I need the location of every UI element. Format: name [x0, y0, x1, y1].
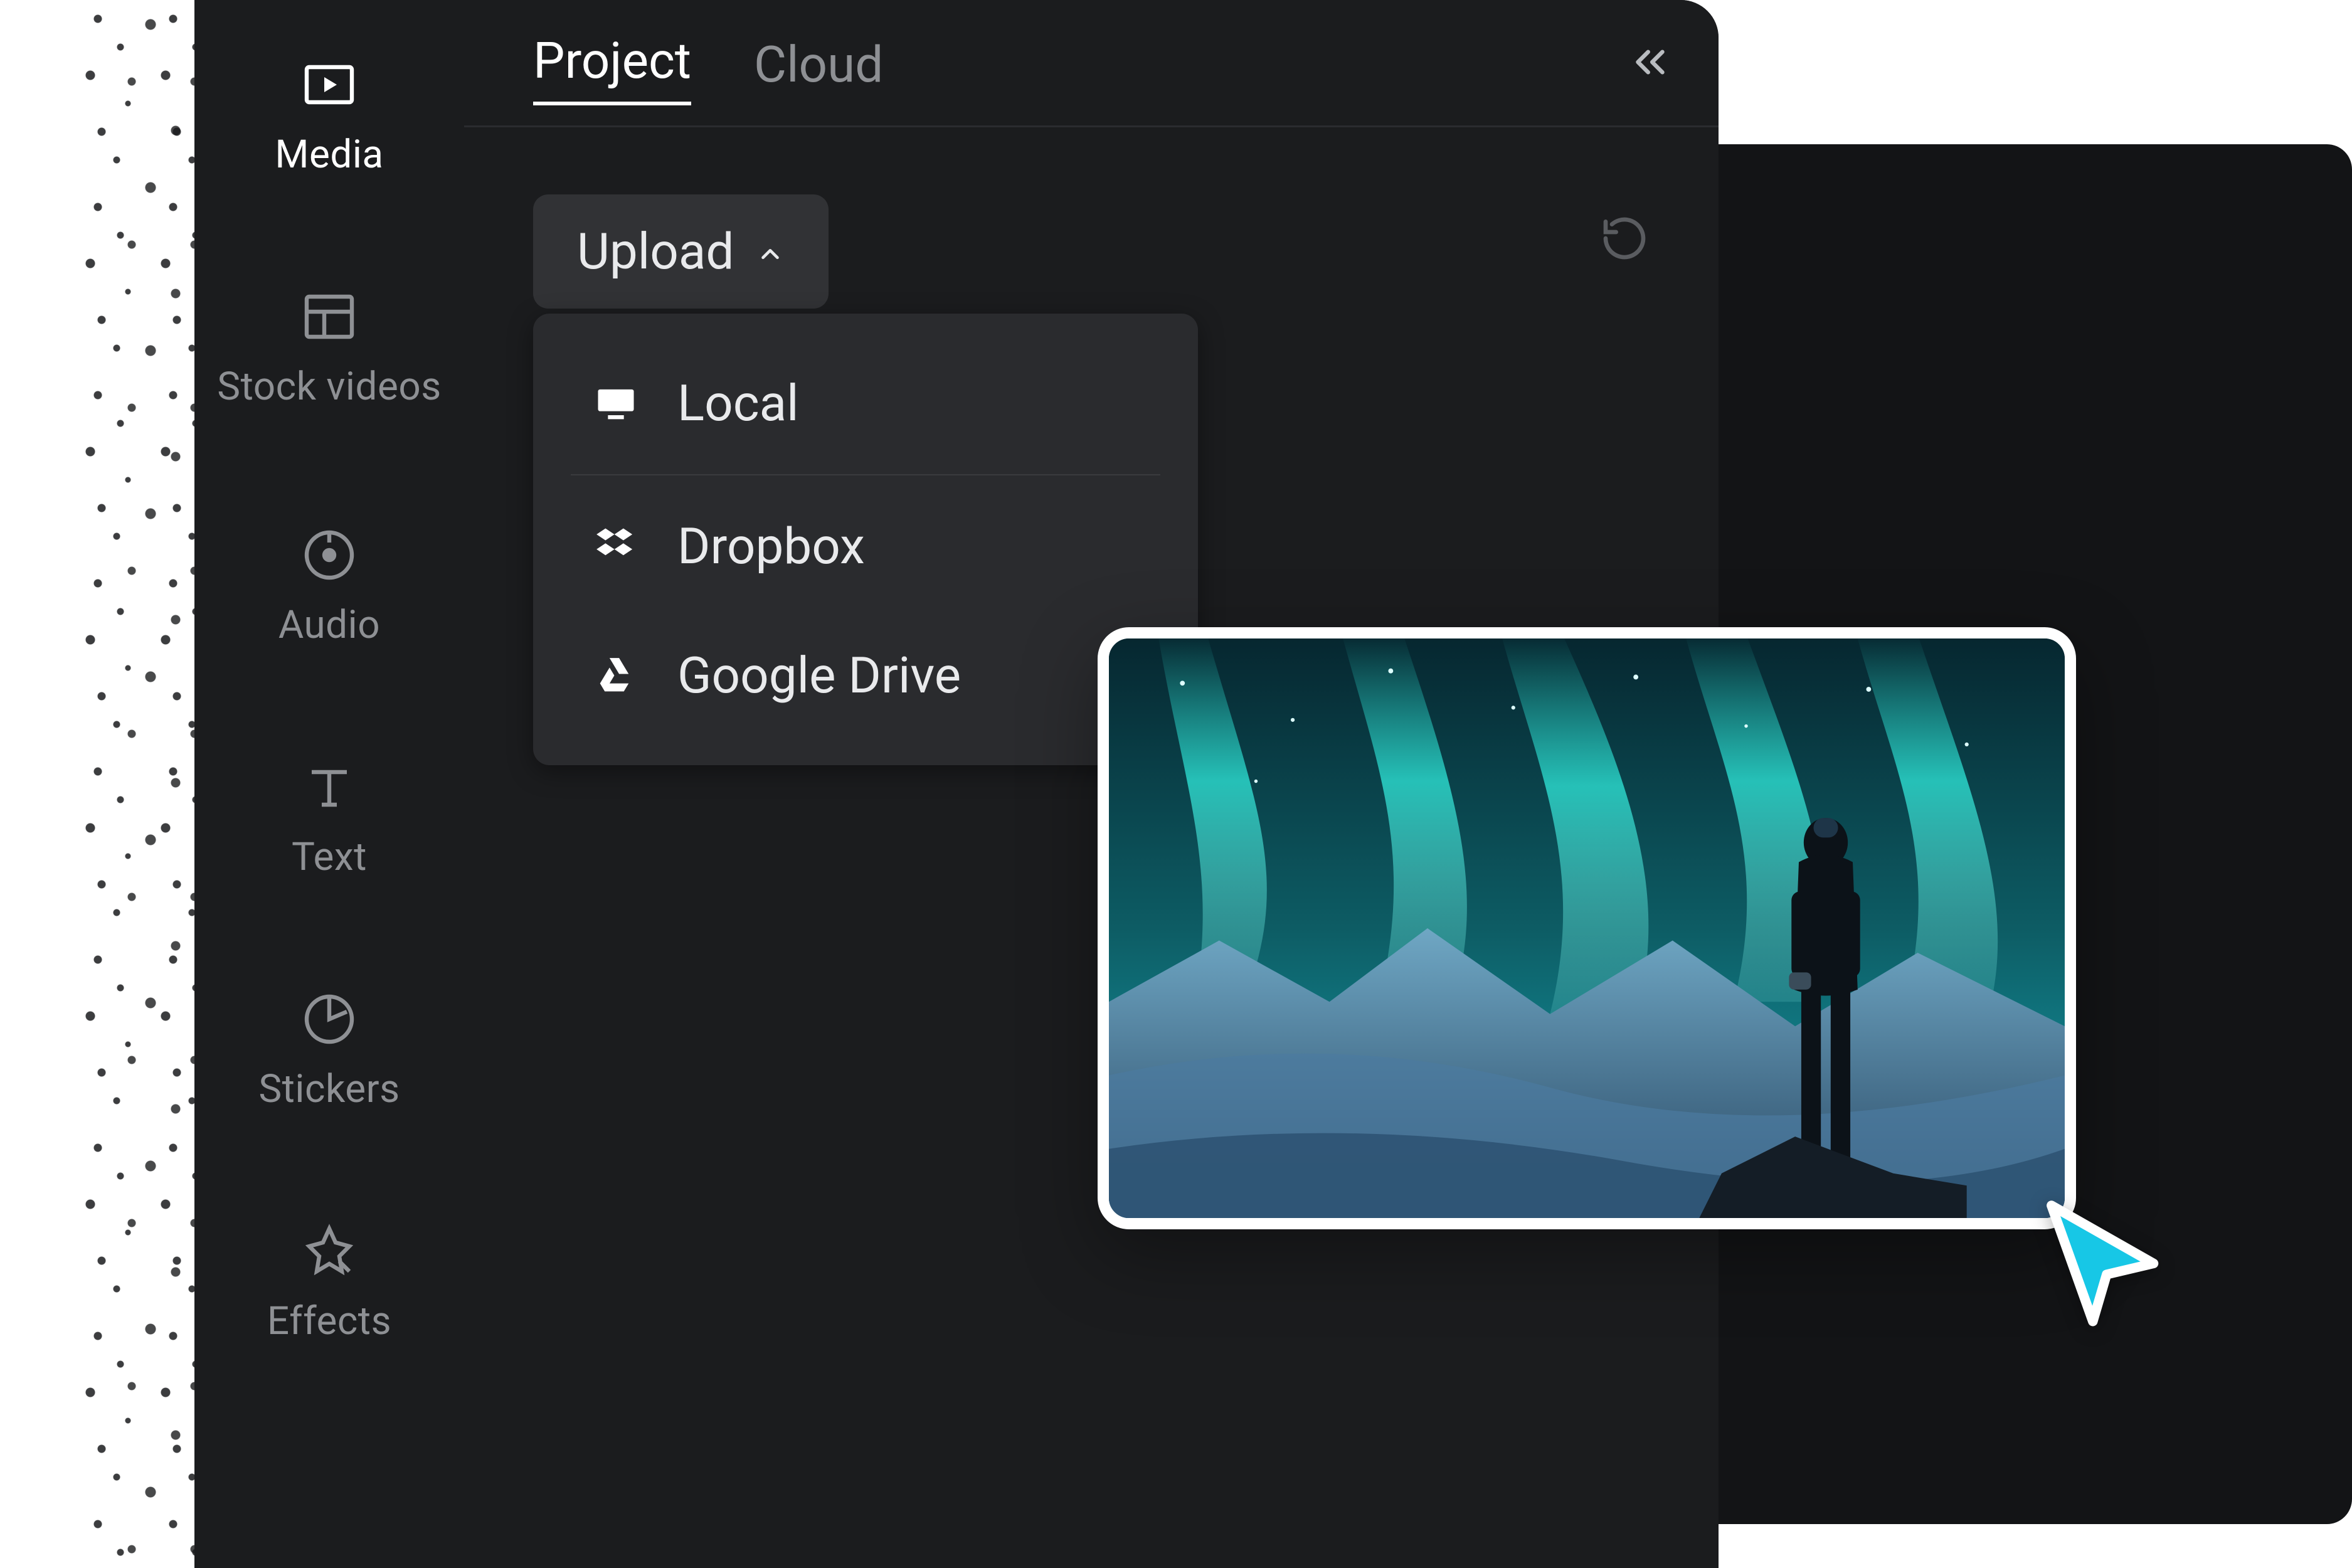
upload-option-label: Dropbox: [677, 517, 865, 576]
rail-item-effects[interactable]: Effects: [194, 1217, 464, 1344]
rail-label: Stickers: [194, 1066, 464, 1112]
rail-label: Stock videos: [194, 364, 464, 410]
tabs: Project Cloud: [533, 31, 883, 105]
upload-button[interactable]: Upload: [533, 194, 829, 309]
google-drive-icon: [590, 652, 642, 699]
rail-item-audio[interactable]: Audio: [194, 521, 464, 648]
rail-label: Effects: [194, 1298, 464, 1344]
refresh-button[interactable]: [1599, 213, 1650, 266]
tool-rail: Media Stock videos Audio Text: [194, 0, 464, 1568]
rail-item-media[interactable]: Media: [194, 50, 464, 177]
star-icon: [194, 1217, 464, 1286]
tabs-divider: [464, 125, 1719, 127]
disc-icon: [194, 521, 464, 590]
clock-icon: [194, 985, 464, 1054]
upload-option-dropbox[interactable]: Dropbox: [533, 482, 1198, 611]
dropbox-icon: [590, 522, 642, 570]
text-icon: [194, 753, 464, 822]
upload-option-label: Local: [677, 374, 799, 433]
divider: [571, 474, 1160, 475]
rail-label: Text: [194, 834, 464, 880]
collapse-panel-button[interactable]: [1626, 38, 1675, 89]
chevron-up-icon: [756, 222, 785, 281]
rail-item-text[interactable]: Text: [194, 753, 464, 880]
rail-item-stock-videos[interactable]: Stock videos: [194, 282, 464, 410]
upload-button-label: Upload: [577, 222, 734, 281]
grid-icon: [194, 282, 464, 351]
rail-label: Audio: [194, 602, 464, 648]
monitor-icon: [590, 379, 642, 427]
dragged-media-thumbnail[interactable]: [1098, 627, 2076, 1229]
rail-label: Media: [194, 132, 464, 177]
media-icon: [194, 50, 464, 119]
tab-project[interactable]: Project: [533, 31, 691, 105]
drag-cursor-icon: [2032, 1192, 2170, 1330]
upload-option-local[interactable]: Local: [533, 339, 1198, 468]
upload-option-label: Google Drive: [677, 646, 961, 705]
rail-item-stickers[interactable]: Stickers: [194, 985, 464, 1112]
tab-cloud[interactable]: Cloud: [754, 35, 883, 105]
